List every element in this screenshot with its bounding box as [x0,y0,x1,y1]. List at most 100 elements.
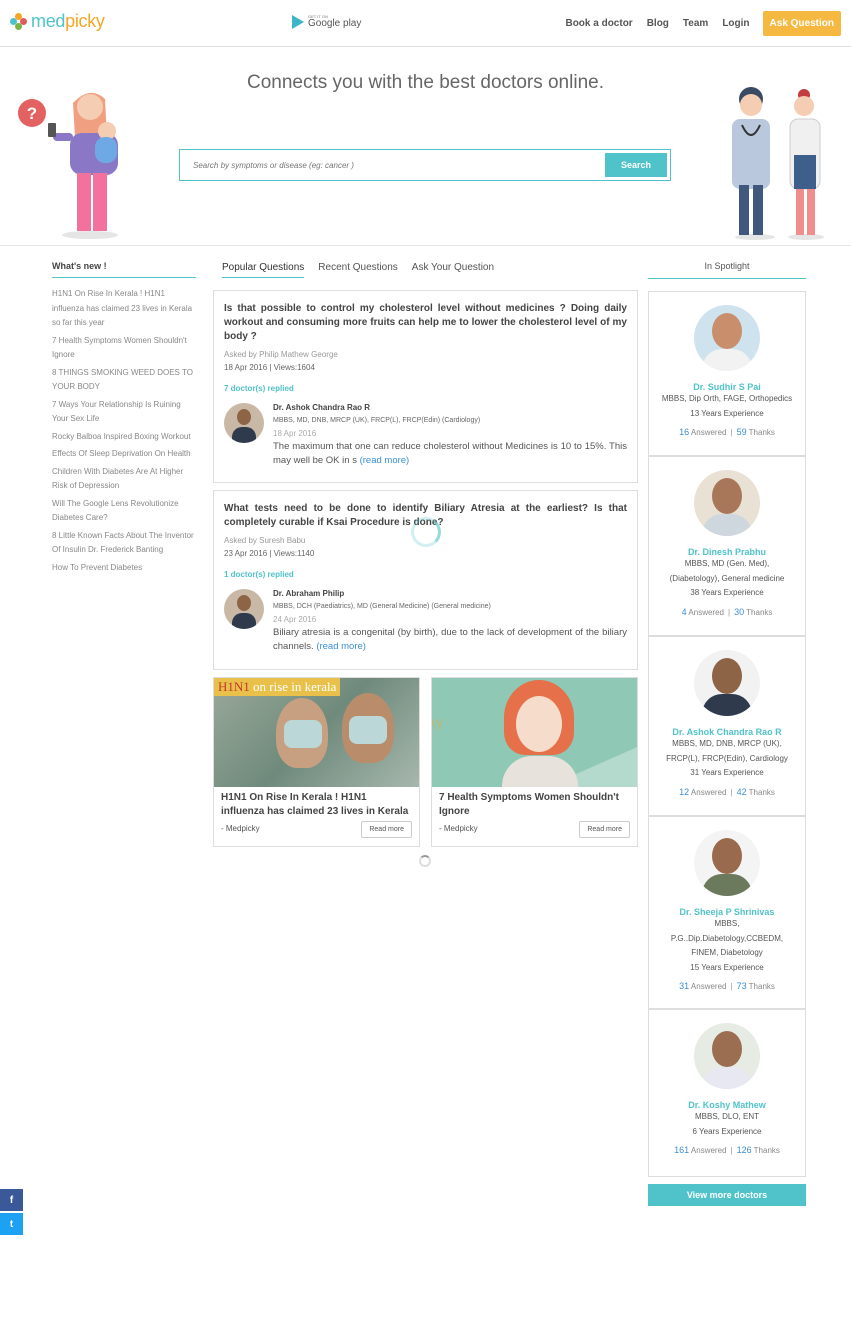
doctor-experience: 15 Years Experience [690,962,764,972]
loading-spinner-icon [419,855,431,867]
search-button[interactable]: Search [605,153,667,177]
doctor-stats: 31 Answered | 73 Thanks [679,981,775,991]
news-item[interactable]: H1N1 On Rise In Kerala ! H1N1 influenza … [52,287,196,331]
article-title[interactable]: 7 Health Symptoms Women Shouldn't Ignore [432,787,637,819]
doctor-stats: 161 Answered | 126 Thanks [674,1145,780,1155]
article-source: - Medpicky [221,824,260,833]
question-tabs: Popular Questions Recent Questions Ask Y… [222,262,508,278]
read-more-button[interactable]: Read more [361,821,412,838]
answer-doctor-qualification: MBBS, MD, DNB, MRCP (UK), FRCP(L), FRCP(… [273,417,481,424]
news-item[interactable]: 8 Little Known Facts About The Inventor … [52,529,196,558]
doctor-name[interactable]: Dr. Sheeja P Shrinivas [649,907,805,917]
news-item[interactable]: 8 THINGS SMOKING WEED DOES TO YOUR BODY [52,366,196,395]
article-card[interactable]: H1N1 on rise in kerala H1N1 On Rise In K… [213,677,420,847]
article-image: medpicky [432,678,637,787]
read-more-link[interactable]: (read more) [360,455,410,466]
news-item[interactable]: 7 Health Symptoms Women Shouldn't Ignore [52,334,196,363]
logo-icon [10,12,28,31]
news-item[interactable]: Effects Of Sleep Deprivation On Health [52,447,196,462]
doctor-photo [694,830,760,896]
hero-section: ? Connects you with the best doctors onl… [0,47,851,246]
article-card[interactable]: medpicky 7 Health Symptoms Women Shouldn… [431,677,638,847]
doctor-qualification: MBBS, MD, DNB, MRCP (UK), FRCP(L), FRCP(… [666,739,788,763]
question-title[interactable]: Is that possible to control my cholester… [224,302,627,344]
doctor-qualification: MBBS, Dip Orth, FAGE, Orthopedics [661,394,793,403]
doctor-experience: 38 Years Experience [690,588,764,597]
question-asked-by: Asked by Philip Mathew George [224,350,338,359]
loading-spinner-icon [411,517,441,547]
nav-book-doctor[interactable]: Book a doctor [565,18,632,29]
doctor-name[interactable]: Dr. Sudhir S Pai [649,382,805,392]
question-date-views: 23 Apr 2016 | Views:1140 [224,549,315,558]
article-title[interactable]: H1N1 On Rise In Kerala ! H1N1 influenza … [214,787,419,819]
doctor-photo [694,650,760,716]
doctor-card[interactable]: Dr. Sudhir S Pai MBBS, Dip Orth, FAGE, O… [648,291,806,456]
logo-text: medpicky [31,11,105,31]
article-image: H1N1 on rise in kerala [214,678,419,787]
answer-text: The maximum that one can reduce choleste… [273,441,627,466]
search-input[interactable] [183,153,605,177]
news-item[interactable]: How To Prevent Diabetes [52,561,196,576]
answer-text: Biliary atresia is a congenital (by birt… [273,627,627,652]
read-more-link[interactable]: (read more) [316,641,366,652]
doctor-stats: 16 Answered | 59 Thanks [679,427,775,437]
twitter-share-icon[interactable]: t [0,1213,23,1235]
doctor-card[interactable]: Dr. Dinesh Prabhu MBBS, MD (Gen. Med), (… [648,456,806,636]
doctor-qualification: MBBS, DLO, ENT [694,1112,759,1121]
main-nav: Book a doctor Blog Team Login Ask Questi… [551,11,841,36]
doctor-photo [694,305,760,371]
doctor-stats: 12 Answered | 42 Thanks [679,786,775,797]
tab-ask-your-question[interactable]: Ask Your Question [412,262,494,278]
doctor-name[interactable]: Dr. Dinesh Prabhu [649,547,805,557]
view-more-doctors-button[interactable]: View more doctors [648,1184,806,1206]
doctor-name[interactable]: Dr. Ashok Chandra Rao R [649,727,805,737]
doctors-replied-count: 1 doctor(s) replied [224,570,294,579]
doctor-avatar [224,589,264,629]
doctor-photo [694,1023,760,1089]
nav-blog[interactable]: Blog [647,18,669,29]
answer-block: Dr. Abraham Philip MBBS, DCH (Paediatric… [224,589,627,654]
site-header: medpicky GET IT ON Google play Book a do… [0,0,851,47]
doctor-card[interactable]: Dr. Ashok Chandra Rao R MBBS, MD, DNB, M… [648,636,806,816]
nav-login[interactable]: Login [722,18,749,29]
question-card: Is that possible to control my cholester… [213,290,638,483]
ask-question-button[interactable]: Ask Question [762,11,841,36]
read-more-button[interactable]: Read more [579,821,630,838]
article-cards: H1N1 on rise in kerala H1N1 On Rise In K… [213,677,638,847]
doctor-experience: 13 Years Experience [690,408,764,418]
question-date-views: 18 Apr 2016 | Views:1604 [224,363,315,372]
doctor-qualification: MBBS, MD (Gen. Med), (Diabetology), Gene… [669,559,785,583]
news-item[interactable]: Will The Google Lens Revolutionize Diabe… [52,497,196,526]
doctor-avatar [224,403,264,443]
spotlight-title: In Spotlight [648,261,806,279]
nav-team[interactable]: Team [683,18,708,29]
news-item[interactable]: 7 Ways Your Relationship Is Ruining Your… [52,398,196,427]
doctor-card[interactable]: Dr. Sheeja P Shrinivas MBBS, P.G..Dip.Di… [648,816,806,1009]
article-banner: H1N1 on rise in kerala [214,678,341,696]
watermark-text: medpicky [432,714,444,730]
doctor-experience: 31 Years Experience [690,768,764,777]
play-store-icon [292,15,304,29]
doctor-stats: 4 Answered | 30 Thanks [681,606,773,617]
answer-doctor-qualification: MBBS, DCH (Paediatrics), MD (General Med… [273,603,491,610]
facebook-share-icon[interactable]: f [0,1189,23,1211]
mother-child-illustration: ? [18,92,118,239]
medpicky-logo[interactable]: medpicky [10,11,105,32]
answer-doctor-name[interactable]: Dr. Ashok Chandra Rao R [273,403,627,412]
doctor-card[interactable]: Dr. Koshy Mathew MBBS, DLO, ENT 6 Years … [648,1009,806,1177]
news-item[interactable]: Rocky Balboa Inspired Boxing Workout [52,430,196,445]
answer-block: Dr. Ashok Chandra Rao R MBBS, MD, DNB, M… [224,403,627,468]
search-bar: Search [179,149,671,181]
google-play-badge[interactable]: GET IT ON Google play [292,15,361,29]
answer-doctor-name[interactable]: Dr. Abraham Philip [273,589,627,598]
tab-popular-questions[interactable]: Popular Questions [222,262,305,278]
whats-new-title: What's new ! [52,261,196,278]
doctor-experience: 6 Years Experience [692,1126,762,1136]
gplay-label: Google play [308,18,362,29]
doctor-name[interactable]: Dr. Koshy Mathew [649,1100,805,1110]
news-item[interactable]: Children With Diabetes Are At Higher Ris… [52,465,196,494]
tab-recent-questions[interactable]: Recent Questions [318,262,398,278]
svg-text:?: ? [27,104,37,123]
doctor-qualification: MBBS, P.G..Dip.Diabetology,CCBEDM, FINEM… [670,919,784,957]
doctors-replied-count: 7 doctor(s) replied [224,384,294,393]
